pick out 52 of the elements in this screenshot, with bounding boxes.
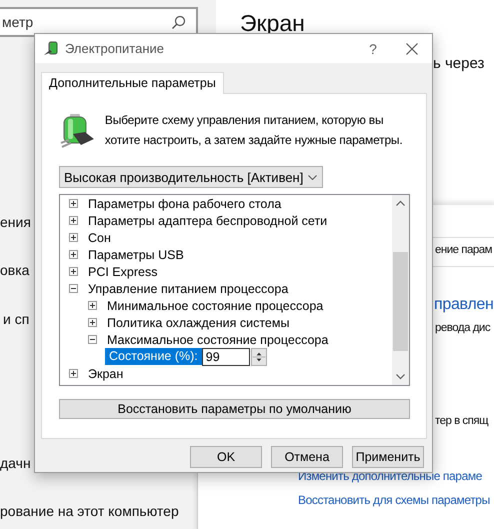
description-text: ревода дис [435, 322, 490, 334]
sidebar-item[interactable]: рование на этот компьютер [0, 503, 179, 519]
tree-item[interactable]: Управление питанием процессора [85, 282, 292, 296]
battery-plug-icon [59, 112, 95, 148]
search-icon [171, 14, 186, 30]
scrollbar[interactable] [392, 195, 409, 385]
scroll-thumb[interactable] [393, 252, 408, 351]
tree-item[interactable]: Максимальное состояние процессора [104, 332, 332, 346]
section-heading: правлен [434, 296, 494, 314]
expand-icon[interactable] [69, 199, 78, 208]
list-item[interactable]: ение парам [435, 244, 492, 256]
chevron-down-icon [308, 174, 318, 180]
tree-item[interactable]: Параметры USB [85, 248, 187, 262]
value-field[interactable]: 99 [202, 348, 250, 366]
expand-icon[interactable] [69, 216, 78, 225]
collapse-icon[interactable] [88, 335, 97, 344]
plan-dropdown[interactable]: Высокая производительность [Активен] [59, 166, 324, 188]
expand-icon[interactable] [88, 301, 97, 310]
tree-item[interactable]: Параметры адаптера беспроводной сети [85, 214, 330, 228]
window-title: Электропитание [65, 41, 165, 56]
tree-item[interactable]: Экран [85, 366, 126, 380]
description-text: ь через [433, 55, 484, 72]
expand-icon[interactable] [69, 250, 78, 259]
restore-defaults-button[interactable]: Восстановить параметры по умолчанию [59, 399, 410, 419]
dialog-button[interactable]: OK [190, 446, 262, 468]
dialog-button[interactable]: Применить [352, 446, 424, 468]
spinner-icon[interactable] [250, 348, 267, 366]
collapse-icon[interactable] [69, 284, 78, 293]
close-icon[interactable] [406, 42, 418, 54]
tree-item[interactable]: PCI Express [85, 264, 160, 278]
setting-label[interactable]: Состояние (%): [105, 348, 202, 365]
expand-icon[interactable] [88, 318, 97, 327]
tree-item[interactable]: Сон [85, 230, 114, 244]
link[interactable]: Восстановить для схемы параметры [298, 493, 490, 507]
expand-icon[interactable] [69, 369, 78, 378]
link[interactable]: Изменить дополнительные параме [298, 469, 482, 483]
instruction-text: Выберите схему управления питанием, которую вы хотите настроить, а затем задайте нужные параметры. [104, 112, 404, 149]
page-heading: Экран [240, 10, 305, 37]
tree-item[interactable]: Минимальное состояние процессора [104, 298, 326, 312]
description-text: тер в спящ [435, 415, 488, 427]
sidebar-item[interactable]: и сп [3, 311, 30, 327]
help-button[interactable]: ? [358, 40, 388, 56]
tree-item[interactable]: Параметры фона рабочего стола [85, 196, 284, 210]
tab[interactable]: Дополнительные параметры [41, 72, 224, 94]
tree-item[interactable]: Политика охлаждения системы [104, 316, 292, 330]
expand-icon[interactable] [69, 233, 78, 242]
battery-plug-icon [43, 40, 59, 56]
sidebar-item[interactable]: дачн [0, 455, 31, 471]
sidebar-item[interactable]: овка [0, 262, 30, 278]
expand-icon[interactable] [69, 267, 78, 276]
dialog-button[interactable]: Отмена [271, 446, 343, 468]
sidebar-item[interactable]: ения [0, 214, 31, 230]
